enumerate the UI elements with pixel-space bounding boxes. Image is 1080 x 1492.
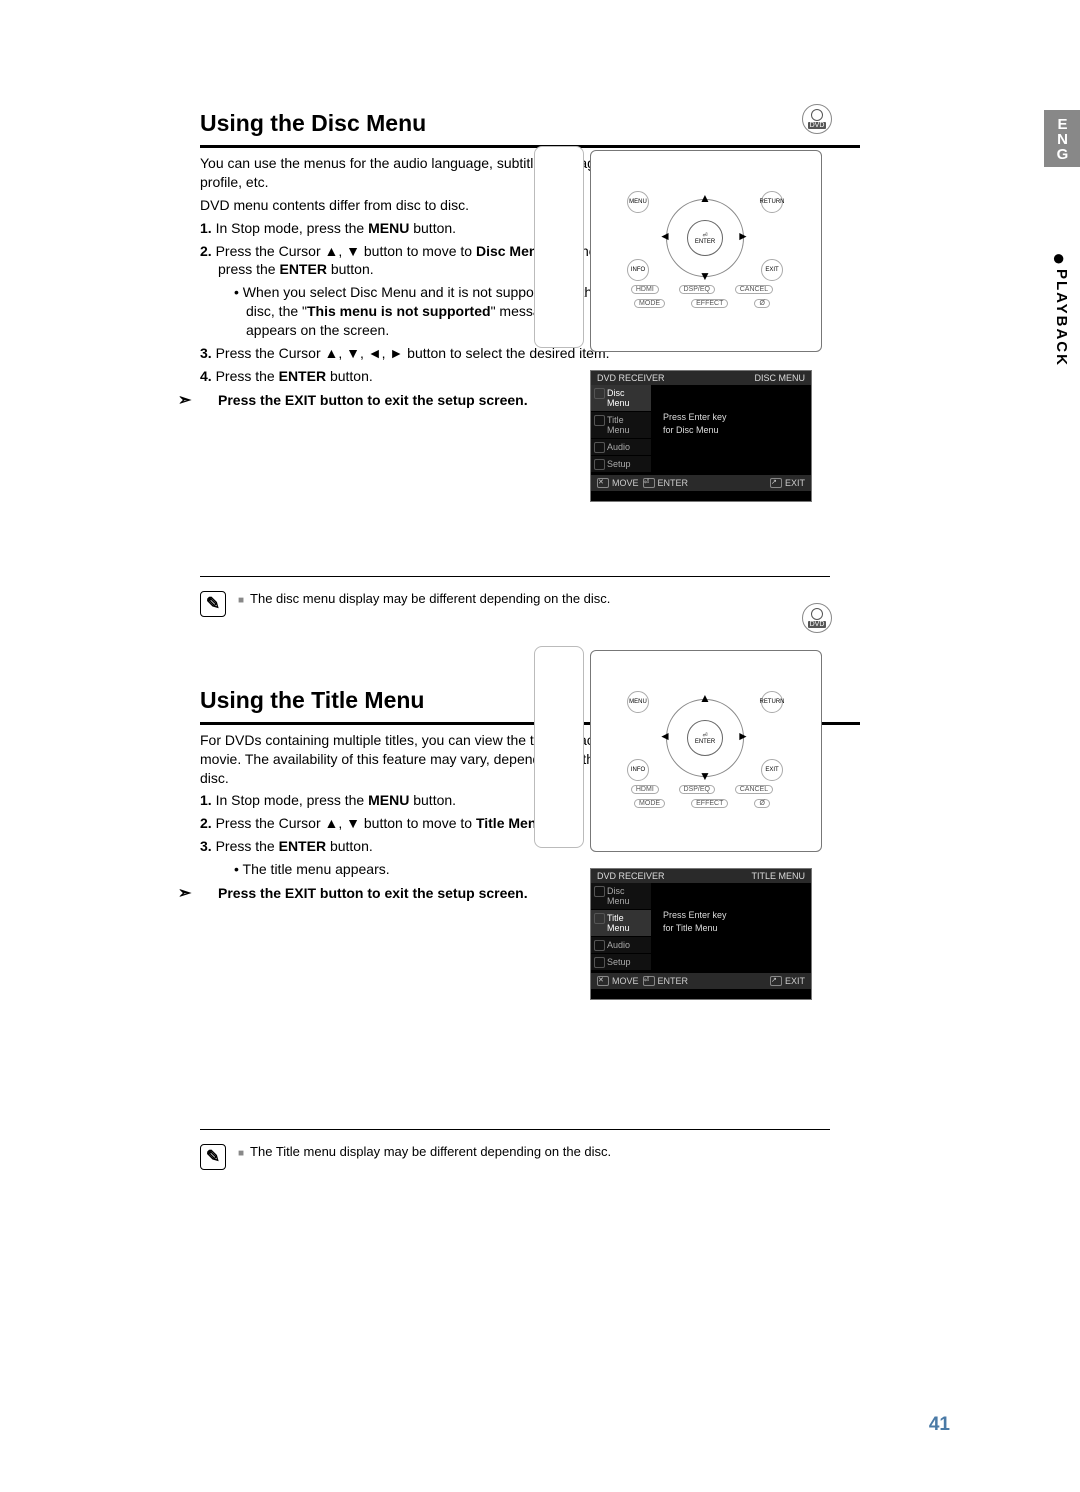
language-tab: ENG [1044, 110, 1080, 167]
osd-item: Setup [591, 954, 651, 971]
exit-tip: ➣Press the EXIT button to exit the setup… [200, 390, 610, 410]
step-3-bullet: • The title menu appears. [218, 860, 610, 879]
disc-menu-heading: Using the Disc Menu [200, 110, 950, 137]
divider [200, 1129, 830, 1130]
side-tab: ENG ● PLAYBACK [1044, 110, 1080, 367]
menu-button-icon: MENU [627, 691, 649, 713]
remote-figure: MENU RETURN INFO EXIT ▲ ▼ ◄ ► ⏎ENTER HDM… [590, 150, 820, 350]
enter-button-icon: ⏎ENTER [687, 720, 723, 756]
page-number: 41 [929, 1414, 950, 1436]
title-note: ✎ ■The Title menu display may be differe… [200, 1144, 950, 1170]
note-icon: ✎ [200, 1144, 226, 1170]
remote-illustration [534, 646, 584, 848]
dvd-badge-icon: DVD [802, 603, 832, 633]
info-button-icon: INFO [627, 259, 649, 281]
step-4: 4. Press the ENTER button. [200, 367, 610, 386]
divider [200, 576, 830, 577]
dpad-illustration: MENU RETURN INFO EXIT ▲ ▼ ◄ ► ⏎ENTER HDM… [590, 150, 822, 352]
osd-item: Disc Menu [591, 385, 651, 412]
dvd-badge-icon: DVD [802, 104, 832, 134]
arrow-up-icon: ▲ [699, 691, 711, 705]
manual-page: ENG ● PLAYBACK DVD DVD Using the Disc Me… [0, 0, 1080, 1492]
info-button-icon: INFO [627, 759, 649, 781]
menu-button-icon: MENU [627, 191, 649, 213]
return-button-icon: RETURN [761, 191, 783, 213]
arrow-right-icon: ► [737, 229, 749, 243]
osd-item: Setup [591, 456, 651, 473]
osd-title-menu: DVD RECEIVERTITLE MENU Disc Menu Title M… [590, 868, 812, 1000]
remote-illustration [534, 146, 584, 348]
return-button-icon: RETURN [761, 691, 783, 713]
arrow-left-icon: ◄ [659, 229, 671, 243]
note-text: ■The disc menu display may be different … [238, 591, 610, 606]
arrow-down-icon: ▼ [699, 269, 711, 283]
note-text: ■The Title menu display may be different… [238, 1144, 611, 1159]
osd-disc-menu: DVD RECEIVERDISC MENU Disc Menu Title Me… [590, 370, 812, 502]
remote-bottom-row: HDMIDSP/EQCANCEL [621, 785, 783, 794]
pointer-icon: ➣ [200, 883, 218, 903]
section-tab: PLAYBACK [1053, 269, 1070, 367]
exit-button-icon: EXIT [761, 759, 783, 781]
arrow-left-icon: ◄ [659, 729, 671, 743]
pointer-icon: ➣ [200, 390, 218, 410]
remote-bottom-row: HDMIDSP/EQCANCEL [621, 285, 783, 294]
note-icon: ✎ [200, 591, 226, 617]
divider [200, 145, 860, 148]
arrow-right-icon: ► [737, 729, 749, 743]
arrow-down-icon: ▼ [699, 769, 711, 783]
exit-button-icon: EXIT [761, 259, 783, 281]
exit-tip: ➣Press the EXIT button to exit the setup… [200, 883, 610, 903]
osd-item: Title Menu [591, 412, 651, 439]
disc-note: ✎ ■The disc menu display may be differen… [200, 591, 950, 617]
arrow-up-icon: ▲ [699, 191, 711, 205]
osd-item: Audio [591, 439, 651, 456]
section-bullet-icon: ● [1044, 247, 1080, 269]
remote-bottom-row2: MODEEFFECTØ [621, 299, 783, 308]
enter-button-icon: ⏎ENTER [687, 220, 723, 256]
osd-item: Audio [591, 937, 651, 954]
remote-figure: MENU RETURN INFO EXIT ▲ ▼ ◄ ► ⏎ENTER HDM… [590, 650, 820, 850]
osd-item: Disc Menu [591, 883, 651, 910]
remote-bottom-row2: MODEEFFECTØ [621, 799, 783, 808]
dpad-illustration: MENU RETURN INFO EXIT ▲ ▼ ◄ ► ⏎ENTER HDM… [590, 650, 822, 852]
osd-item: Title Menu [591, 910, 651, 937]
